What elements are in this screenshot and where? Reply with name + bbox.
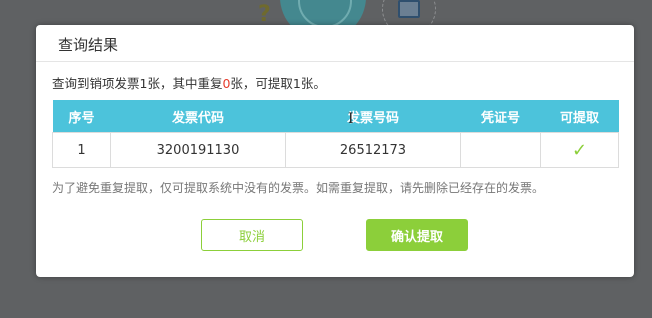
header-extractable: 可提取 <box>540 100 619 133</box>
text-cursor-icon: Ι <box>348 111 354 127</box>
checkmark-icon: ✓ <box>571 139 588 161</box>
cell-voucher-no <box>460 132 541 168</box>
summary-suffix: 张，可提取1张。 <box>230 76 326 91</box>
cell-extractable: ✓ <box>540 132 619 168</box>
query-result-dialog: 查询结果 查询到销项发票1张，其中重复0张，可提取1张。 序号 发票代码 发票号… <box>36 25 634 277</box>
dialog-title: 查询结果 <box>58 36 119 54</box>
cancel-button[interactable]: 取消 <box>201 219 303 251</box>
header-invoice-number: 发票号码 <box>285 100 461 133</box>
table-header-row: 序号 发票代码 发票号码 凭证号 可提取 <box>52 100 619 133</box>
extraction-note: 为了避免重复提取，仅可提取系统中没有的发票。如需重复提取，请先删除已经存在的发票… <box>52 181 545 195</box>
result-summary: 查询到销项发票1张，其中重复0张，可提取1张。 <box>52 73 326 92</box>
table-row: 1 3200191130 26512173 ✓ <box>52 132 619 168</box>
dialog-header: 查询结果 <box>36 25 634 62</box>
confirm-extract-button[interactable]: 确认提取 <box>366 219 468 251</box>
cell-invoice-number: 26512173 <box>285 132 461 168</box>
box-icon <box>398 0 420 18</box>
header-index: 序号 <box>52 100 111 133</box>
cell-index: 1 <box>52 132 111 168</box>
invoice-table: 序号 发票代码 发票号码 凭证号 可提取 1 3200191130 265121… <box>52 100 619 168</box>
question-mark-icon: ? <box>258 2 271 27</box>
summary-prefix: 查询到销项发票1张，其中重复 <box>52 76 223 91</box>
header-voucher-no: 凭证号 <box>460 100 541 133</box>
cell-invoice-code: 3200191130 <box>110 132 286 168</box>
header-invoice-code: 发票代码 <box>110 100 286 133</box>
